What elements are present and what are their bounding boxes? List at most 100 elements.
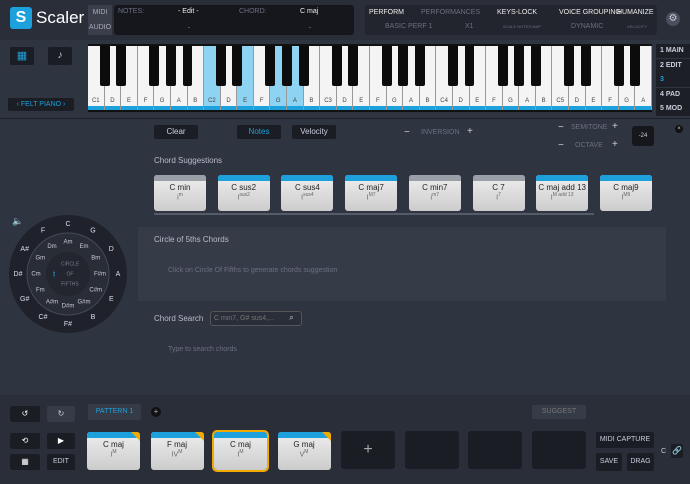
voice-grouping-value[interactable]: DYNAMIC (571, 23, 603, 30)
circle-key-major[interactable]: F# (64, 321, 72, 328)
drag-button[interactable]: DRAG (627, 453, 654, 471)
black-key[interactable] (149, 46, 160, 86)
black-key[interactable] (116, 46, 127, 86)
black-key[interactable] (497, 46, 508, 86)
inversion-minus[interactable]: − (404, 127, 410, 138)
chord-suggestion[interactable]: C maj add 13 IM add 13 (536, 175, 589, 211)
pattern-chord[interactable]: G maj VM (277, 432, 331, 470)
circle-center-label[interactable]: CIRCLE (61, 261, 80, 267)
circle-key-minor[interactable]: D#m (62, 304, 75, 310)
suggest-button[interactable]: SUGGEST (532, 405, 586, 419)
midi-capture-button[interactable]: MIDI CAPTURE (596, 432, 654, 448)
pattern-chord[interactable]: C maj IM (87, 432, 140, 470)
keys-lock-label[interactable]: KEYS-LOCK (497, 9, 537, 16)
add-pattern-icon[interactable]: + (151, 407, 161, 417)
velocity-button[interactable]: Velocity (292, 125, 336, 139)
perf-value[interactable]: BASIC PERF 1 (385, 23, 432, 30)
black-key[interactable] (298, 46, 309, 86)
black-key[interactable] (398, 46, 409, 86)
tab-mod[interactable]: 5 MOD (656, 102, 690, 116)
close-icon[interactable]: × (675, 125, 683, 133)
black-key[interactable] (630, 46, 641, 86)
add-chord-icon[interactable]: + (363, 441, 372, 458)
chord-suggestion[interactable]: C sus4 Isus4 (281, 175, 334, 211)
instrument-selector[interactable]: ‹ FELT PIANO › (8, 98, 74, 111)
pattern-chord[interactable]: C maj IM (212, 430, 269, 472)
perf-multiplier[interactable]: X1 (465, 23, 474, 30)
circle-key-major[interactable]: A (116, 271, 121, 278)
circle-key-minor[interactable]: Am (64, 240, 73, 246)
undo-icon[interactable]: ↺ (10, 406, 40, 422)
circle-key-minor[interactable]: A#m (46, 299, 58, 305)
inversion-plus[interactable]: + (467, 126, 473, 137)
circle-key-minor[interactable]: Fm (36, 288, 45, 294)
circle-key-major[interactable]: B (91, 314, 96, 321)
semitone-plus[interactable]: + (612, 121, 618, 132)
black-key[interactable] (282, 46, 293, 86)
chord-suggestion[interactable]: C min7 im7 (408, 175, 461, 211)
suggestions-scrollbar[interactable] (154, 213, 594, 215)
save-button[interactable]: SAVE (596, 453, 622, 471)
chord-suggestion[interactable]: C maj9 IM9 (599, 175, 652, 211)
circle-center-label[interactable]: OF (67, 271, 74, 277)
circle-key-minor[interactable]: Dm (47, 244, 56, 250)
tab-edit[interactable]: 2 EDIT (656, 58, 690, 73)
circle-key-minor[interactable]: Gm (35, 256, 45, 262)
edit-button[interactable]: EDIT (47, 454, 75, 470)
chord-suggestion[interactable]: C min im (154, 175, 206, 211)
tab-chord[interactable]: 3 CHORD (656, 73, 690, 97)
circle-key-minor[interactable]: F#m (94, 272, 106, 278)
empty-chord-slot[interactable] (404, 431, 459, 469)
black-key[interactable] (99, 46, 110, 86)
black-key[interactable] (331, 46, 342, 86)
circle-key-major[interactable]: C# (39, 314, 48, 321)
black-key[interactable] (232, 46, 243, 86)
circle-key-major[interactable]: D (109, 246, 114, 253)
black-key[interactable] (464, 46, 475, 86)
black-key[interactable] (165, 46, 176, 86)
circle-key-minor[interactable]: Cm (31, 272, 40, 278)
chord-suggestion[interactable]: C maj7 IM7 (345, 175, 398, 211)
black-key[interactable] (613, 46, 624, 86)
grid-icon[interactable]: ▦ (10, 454, 40, 470)
link-icon[interactable]: 🔗 (671, 444, 683, 458)
circle-key-major[interactable]: E (109, 296, 114, 303)
circle-key-major[interactable]: G (90, 228, 95, 235)
black-key[interactable] (348, 46, 359, 86)
piano-keyboard[interactable]: C1 D E F G A B C2 D E F G A B C3 D E F G A B C4 D E F G A B C5 D E F G A (88, 44, 652, 112)
chord-suggestion[interactable]: C sus2 Isus2 (217, 175, 270, 211)
keys-lock-value[interactable]: SCALE NOTES MAP (503, 24, 541, 29)
circle-center-label[interactable]: FIFTHS (61, 281, 79, 287)
circle-key-minor[interactable]: G#m (77, 299, 90, 305)
black-key[interactable] (414, 46, 425, 86)
redo-icon[interactable]: ↻ (47, 406, 75, 422)
black-key[interactable] (564, 46, 575, 86)
circle-key-major[interactable]: G# (20, 296, 29, 303)
black-key[interactable] (514, 46, 525, 86)
octave-minus[interactable]: − (558, 140, 564, 151)
circle-key-major[interactable]: D# (14, 271, 23, 278)
guitar-view-icon[interactable]: ♪ (48, 47, 72, 65)
black-key[interactable] (580, 46, 591, 86)
gear-icon[interactable]: ⚙ (666, 12, 680, 26)
play-icon[interactable]: ▶ (47, 433, 75, 449)
search-icon[interactable]: ⌕ (289, 313, 293, 322)
loop-icon[interactable]: ⟲ (10, 433, 40, 449)
tab-main[interactable]: 1 MAIN (656, 44, 690, 58)
empty-chord-slot[interactable] (468, 431, 522, 469)
pattern-chord[interactable]: F maj IVM (150, 432, 204, 470)
perform-label[interactable]: PERFORM (369, 9, 404, 16)
circle-key-major[interactable]: F (41, 228, 45, 235)
midi-button[interactable]: MIDI (88, 5, 112, 20)
black-key[interactable] (215, 46, 226, 86)
clear-button[interactable]: Clear (154, 125, 198, 139)
black-key[interactable] (265, 46, 276, 86)
empty-chord-slot[interactable] (531, 431, 586, 469)
pattern-tab[interactable]: PATTERN 1 (88, 404, 141, 420)
octave-plus[interactable]: + (612, 139, 618, 150)
black-key[interactable] (447, 46, 458, 86)
black-key[interactable] (381, 46, 392, 86)
black-key[interactable] (182, 46, 193, 86)
chord-suggestion[interactable]: C 7 I7 (472, 175, 525, 211)
audio-button[interactable]: AUDIO (88, 20, 112, 35)
